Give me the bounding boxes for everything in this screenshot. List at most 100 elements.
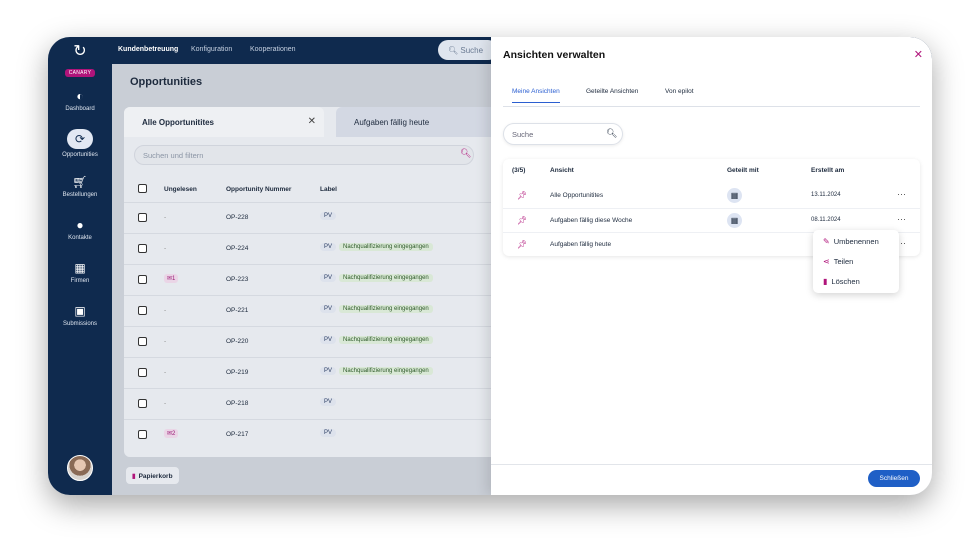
menu-item-teilen[interactable]: ⋖ Teilen	[823, 257, 853, 266]
tab-von-epilot[interactable]: Von epilot	[665, 88, 694, 95]
search-icon: 🔍︎	[448, 46, 459, 55]
menu-item-label: Löschen	[831, 277, 860, 286]
sidebar-item-submissions[interactable]: ▣ Submissions	[48, 304, 112, 327]
tab-aufgaben-faellig-heute[interactable]: Aufgaben fällig heute	[336, 107, 516, 137]
views-search-input[interactable]: Suche	[503, 123, 623, 145]
filter-input[interactable]: Suchen und filtern	[134, 145, 474, 165]
app-logo[interactable]: ↻ CANARY	[48, 43, 112, 79]
pencil-icon: ✎	[823, 237, 830, 246]
sidebar-item-opportunities[interactable]: ⟳ Opportunities	[48, 129, 112, 158]
tab-alle-opportunitites[interactable]: Alle Opportunitites ✕	[124, 107, 324, 137]
status-tag: Nachqualifizierung eingegangen	[339, 367, 433, 375]
status-tag: Nachqualifizierung eingegangen	[339, 243, 433, 251]
opportunity-number: OP-219	[226, 369, 249, 376]
opportunity-number: OP-228	[226, 214, 249, 221]
more-options-icon[interactable]: ⋯	[897, 189, 906, 200]
topnav-item-konfiguration[interactable]: Konfiguration	[191, 46, 232, 53]
building-icon: ▦	[727, 188, 742, 203]
row-checkbox[interactable]	[138, 306, 147, 315]
table-row[interactable]: ✉1 OP-223 PV Nachqualifizierung eingegang…	[124, 264, 544, 295]
manage-views-drawer: Ansichten verwalten ✕ Meine Ansichten Ge…	[491, 37, 932, 495]
created-date: 13.11.2024	[811, 192, 841, 198]
pin-icon[interactable]: 📌︎	[517, 191, 527, 200]
pin-icon[interactable]: 📌︎	[517, 240, 527, 249]
sidebar-item-dashboard[interactable]: ◐ Dashboard	[48, 89, 112, 112]
close-icon[interactable]: ✕	[308, 116, 316, 127]
label-badge: PV	[320, 243, 337, 251]
trash-icon: ▮	[823, 277, 828, 286]
label-badge: PV	[320, 429, 337, 437]
topnav-item-kundenbetreuung[interactable]: Kundenbetreuung	[118, 46, 178, 53]
table-row[interactable]: - OP-219 PV Nachqualifizierung eingegange…	[124, 357, 544, 388]
sidebar-item-kontakte[interactable]: ● Kontakte	[48, 218, 112, 241]
tab-label: Aufgaben fällig heute	[354, 118, 430, 127]
table-row[interactable]: - OP-228 PV	[124, 202, 544, 233]
trash-button[interactable]: ▮ Papierkorb	[126, 467, 179, 484]
label-badge: PV	[320, 274, 337, 282]
row-checkbox[interactable]	[138, 275, 147, 284]
opportunities-card: Alle Opportunitites ✕ Aufgaben fällig he…	[124, 107, 544, 457]
sidebar-item-label: Kontakte	[68, 235, 92, 241]
refresh-icon: ⟳	[67, 129, 93, 149]
sidebar: ↻ CANARY ◐ Dashboard ⟳ Opportunities 🛒︎ …	[48, 37, 112, 495]
label-badge: PV	[320, 336, 337, 344]
close-icon[interactable]: ✕	[914, 48, 923, 61]
column-header-ansicht[interactable]: Ansicht	[550, 167, 574, 174]
building-icon: ▦	[74, 261, 86, 275]
row-checkbox[interactable]	[138, 244, 147, 253]
tab-divider	[503, 106, 920, 107]
opportunity-number: OP-223	[226, 276, 249, 283]
view-row[interactable]: 📌︎ Alle Opportunitites ▦ 13.11.2024 ⋯	[503, 184, 920, 208]
menu-item-umbenennen[interactable]: ✎ Umbenennen	[823, 237, 879, 246]
sidebar-item-label: Bestellungen	[62, 192, 98, 198]
table-row[interactable]: ✉2 OP-217 PV	[124, 419, 544, 450]
opportunity-number: OP-217	[226, 431, 249, 438]
status-tag: Nachqualifizierung eingegangen	[339, 274, 433, 282]
column-header-geteilt-mit[interactable]: Geteilt mit	[727, 167, 759, 174]
close-button[interactable]: Schließen	[868, 470, 920, 487]
row-checkbox[interactable]	[138, 399, 147, 408]
tab-geteilte-ansichten[interactable]: Geteilte Ansichten	[586, 88, 638, 95]
search-icon[interactable]: 🔍︎	[606, 128, 617, 139]
view-name: Aufgaben fällig diese Woche	[550, 217, 633, 224]
menu-item-loeschen[interactable]: ▮ Löschen	[823, 277, 860, 286]
tab-meine-ansichten[interactable]: Meine Ansichten	[512, 88, 560, 103]
opportunity-number: OP-224	[226, 245, 249, 252]
trash-label: Papierkorb	[138, 473, 173, 480]
search-placeholder: Suche	[460, 46, 484, 55]
view-row[interactable]: 📌︎ Aufgaben fällig diese Woche ▦ 08.11.2…	[503, 208, 920, 232]
filter-placeholder: Suchen und filtern	[143, 151, 204, 160]
sidebar-item-firmen[interactable]: ▦ Firmen	[48, 261, 112, 284]
column-header-opportunity-nummer[interactable]: Opportunity Nummer	[226, 186, 291, 193]
tab-label: Alle Opportunitites	[142, 118, 214, 127]
status-tag: Nachqualifizierung eingegangen	[339, 336, 433, 344]
select-all-checkbox[interactable]	[138, 184, 147, 193]
table-row[interactable]: - OP-221 PV Nachqualifizierung eingegange…	[124, 295, 544, 326]
pin-icon[interactable]: 📌︎	[517, 216, 527, 225]
more-options-icon[interactable]: ⋯	[897, 214, 906, 225]
global-search-input[interactable]: 🔍︎ Suche	[438, 40, 498, 60]
sidebar-item-label: Submissions	[62, 321, 97, 327]
unread-value: -	[164, 338, 167, 345]
share-icon: ⋖	[823, 257, 830, 266]
sidebar-item-label: Opportunities	[62, 152, 98, 158]
search-icon[interactable]: 🔍︎	[460, 148, 471, 159]
sidebar-item-bestellungen[interactable]: 🛒︎ Bestellungen	[48, 175, 112, 198]
row-checkbox[interactable]	[138, 337, 147, 346]
unread-value: -	[164, 307, 167, 314]
avatar[interactable]	[67, 455, 93, 481]
menu-item-label: Teilen	[833, 257, 854, 266]
table-row[interactable]: - OP-224 PV Nachqualifizierung eingegange…	[124, 233, 544, 264]
column-header-erstellt-am[interactable]: Erstellt am	[811, 167, 844, 174]
footer-divider	[491, 464, 932, 465]
topnav-item-kooperationen[interactable]: Kooperationen	[250, 46, 296, 53]
row-checkbox[interactable]	[138, 430, 147, 439]
unread-value: -	[164, 400, 167, 407]
column-header-label[interactable]: Label	[320, 186, 337, 193]
row-checkbox[interactable]	[138, 213, 147, 222]
trash-icon: ▮	[132, 473, 136, 480]
row-checkbox[interactable]	[138, 368, 147, 377]
column-header-ungelesen[interactable]: Ungelesen	[164, 186, 197, 193]
table-row[interactable]: - OP-218 PV	[124, 388, 544, 419]
table-row[interactable]: - OP-220 PV Nachqualifizierung eingegange…	[124, 326, 544, 357]
